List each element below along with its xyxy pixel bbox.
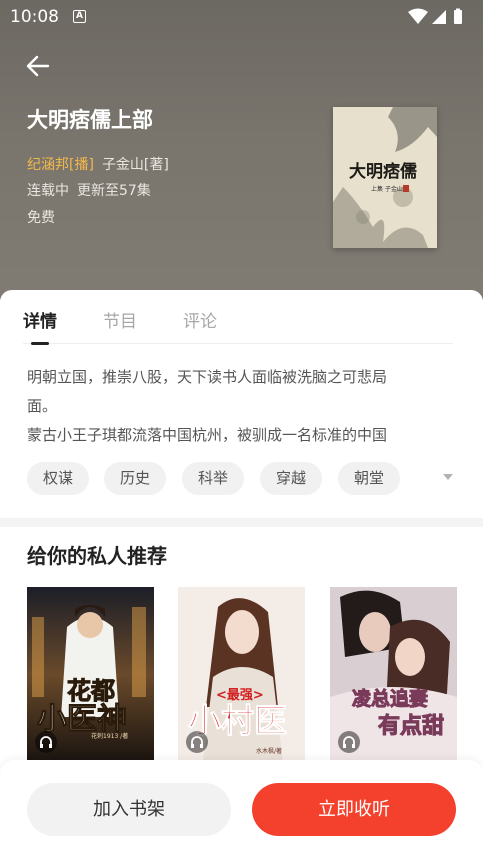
update-status: 连载中 更新至57集 (27, 180, 151, 200)
status-time: 10:08 (10, 7, 59, 27)
expand-tags-icon[interactable] (443, 474, 453, 480)
credits-line: 纪涵邦[播] 子金山[著] (27, 154, 169, 174)
recommend-book-cover[interactable]: 凌总追妻 有点甜 (330, 587, 457, 762)
headphone-icon (338, 731, 360, 753)
tab-active-indicator (31, 342, 49, 345)
back-button[interactable] (20, 50, 56, 82)
tab-comments[interactable]: 评论 (183, 307, 217, 332)
price-label: 免费 (27, 210, 55, 226)
serial-status: 连载中 (27, 183, 69, 199)
bottom-action-bar: 加入书架 立即收听 (0, 760, 483, 858)
intro-line: 明朝立国，推崇八股，天下读书人面临被洗脑之可悲局 (27, 368, 388, 386)
tag-chip[interactable]: 穿越 (260, 462, 323, 495)
book-cover: 大明痞儒 上集 子金山 (333, 107, 437, 248)
book-detail-page: 10:08 A 大明痞儒上部 纪涵邦[播] 子金山[著] 连载中 更新至57集 免费 (0, 0, 483, 858)
recommend-book-cover[interactable]: <最强> 小村医 水木枫/著 (178, 587, 305, 762)
notification-a-icon: A (73, 10, 86, 23)
recommend-title: 给你的私人推荐 (27, 544, 167, 568)
cover-text: 花都 (67, 677, 115, 705)
cover-author: 水木枫/著 (256, 747, 282, 755)
cover-subtitle-text: 上集 子金山 (371, 185, 403, 193)
section-separator (0, 518, 483, 527)
recommend-book-cover[interactable]: 花都 小医神 花刺1913 /著 (27, 587, 154, 762)
narrator-link[interactable]: 纪涵邦[播] (27, 157, 94, 173)
tag-chip[interactable]: 朝堂 (338, 462, 401, 495)
headphone-icon (186, 731, 208, 753)
cover-title-text: 大明痞儒 (349, 161, 417, 182)
tab-episodes[interactable]: 节目 (103, 307, 137, 332)
intro-line: 面。 (27, 397, 58, 415)
wifi-icon (408, 8, 428, 24)
book-intro[interactable]: 明朝立国，推崇八股，天下读书人面临被洗脑之可悲局 面。 蒙古小王子琪都流落中国杭… (27, 363, 453, 450)
cover-art: 大明痞儒 上集 子金山 (333, 107, 437, 248)
book-title: 大明痞儒上部 (27, 108, 153, 132)
cover-text: 有点甜 (378, 713, 444, 739)
status-bar: 10:08 A (0, 0, 483, 34)
author-link[interactable]: 子金山[著] (102, 157, 169, 173)
tag-chip[interactable]: 历史 (104, 462, 167, 495)
headphone-icon (35, 731, 57, 753)
listen-now-button[interactable]: 立即收听 (252, 783, 456, 836)
intro-line: 蒙古小王子琪都流落中国杭州，被驯成一名标准的中国 (27, 426, 388, 444)
tab-divider (23, 343, 453, 344)
detail-card: 详情 节目 评论 明朝立国，推崇八股，天下读书人面临被洗脑之可悲局 面。 蒙古小… (0, 290, 483, 520)
tag-chip[interactable]: 权谋 (27, 462, 90, 495)
add-to-shelf-button[interactable]: 加入书架 (27, 783, 231, 836)
cover-author: 花刺1913 /著 (91, 732, 128, 740)
tag-list: 权谋 历史 科举 穿越 朝堂 (27, 462, 457, 495)
signal-icon (432, 10, 446, 24)
tab-bar: 详情 节目 评论 (23, 307, 453, 347)
cover-text: 凌总追妻 (352, 687, 428, 710)
episode-count: 更新至57集 (77, 183, 151, 199)
tab-details[interactable]: 详情 (23, 307, 57, 332)
status-icons (408, 8, 462, 24)
tag-chip[interactable]: 科举 (182, 462, 245, 495)
battery-icon (454, 10, 462, 24)
arrow-left-icon (26, 55, 50, 77)
book-header: 10:08 A 大明痞儒上部 纪涵邦[播] 子金山[著] 连载中 更新至57集 免费 (0, 0, 483, 300)
